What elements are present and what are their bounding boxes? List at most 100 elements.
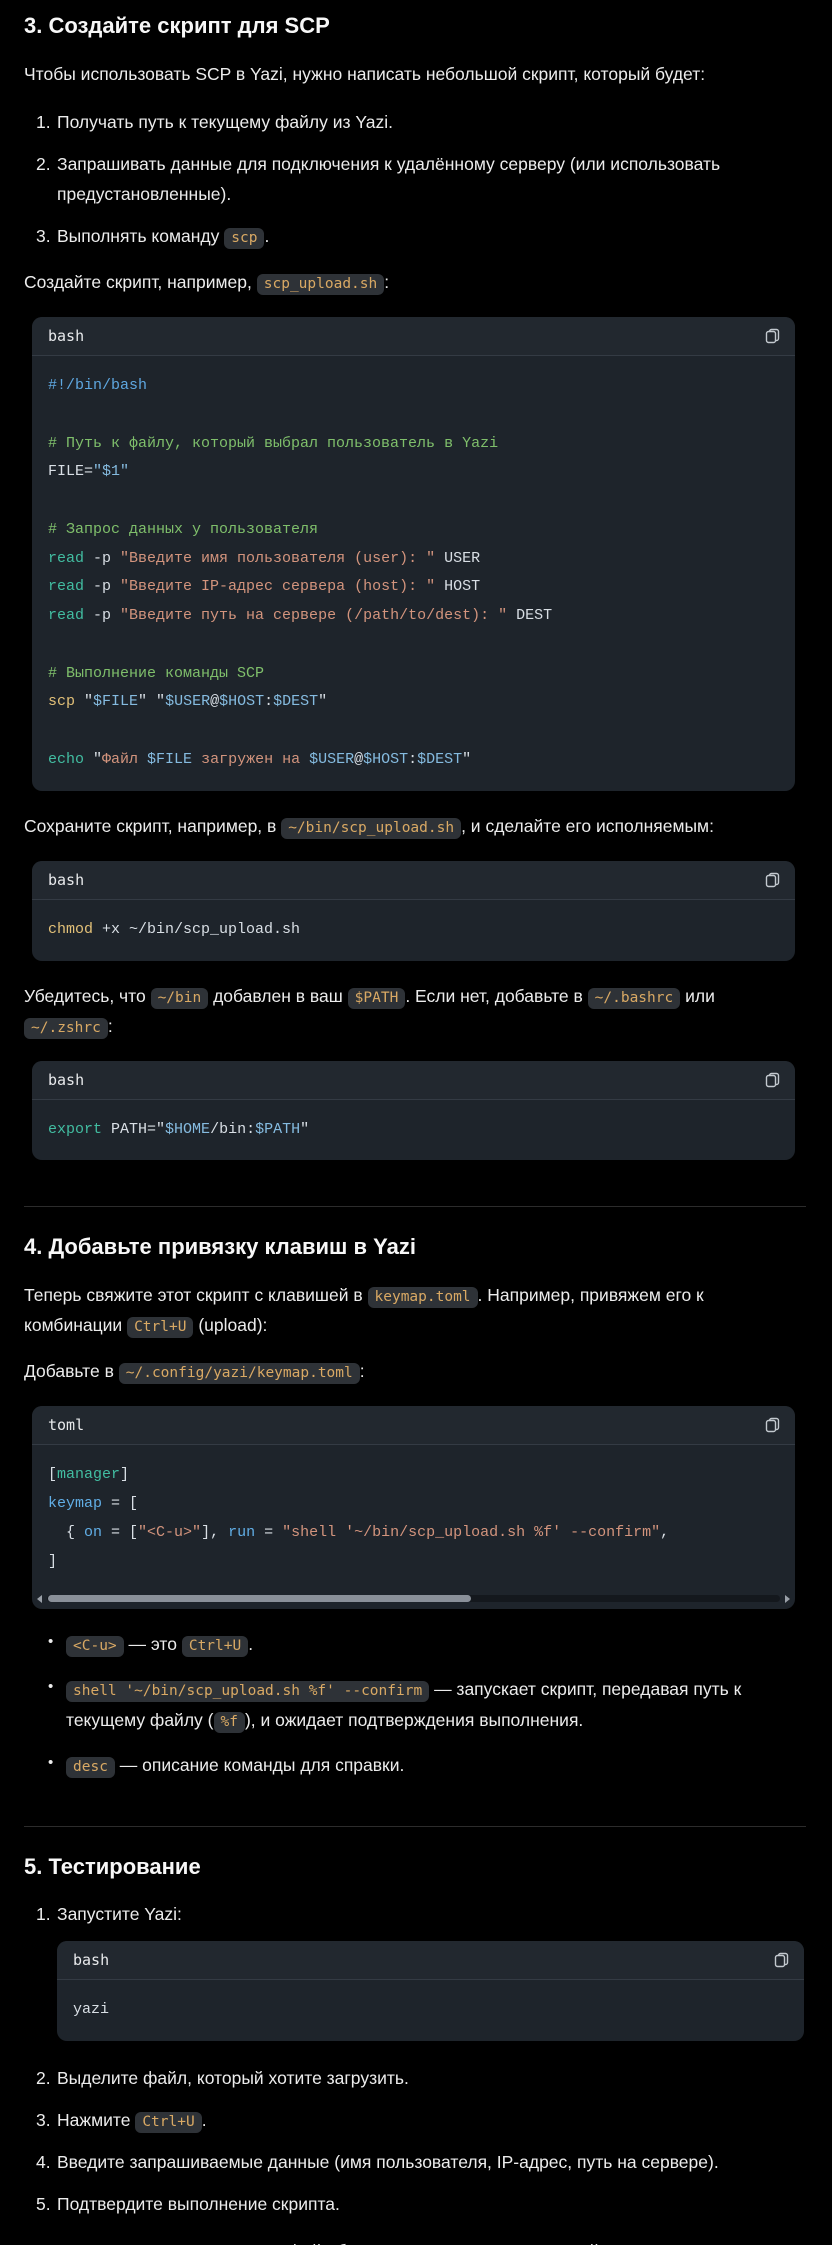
code-token: $DEST: [273, 693, 318, 710]
scrollbar-thumb[interactable]: [48, 1595, 471, 1602]
code-token: read: [48, 578, 84, 595]
code-token: "$1": [93, 463, 129, 480]
inline-code: <C-u>: [66, 1636, 124, 1657]
code-token: ,: [660, 1524, 669, 1541]
code-token: =: [255, 1524, 282, 1541]
code-token: = [: [102, 1524, 138, 1541]
code-token: $HOST: [219, 693, 264, 710]
text-run: Сохраните скрипт, например, в: [24, 816, 281, 836]
code-token: ": [156, 1121, 165, 1138]
section-divider: [24, 1206, 806, 1207]
code-token: $DEST: [417, 751, 462, 768]
text-run: или: [680, 986, 715, 1006]
code-token: read: [48, 550, 84, 567]
list-item: Запрашивать данные для подключения к уда…: [24, 149, 806, 209]
code-block: toml[manager] keymap = [ { on = ["<C-u>"…: [32, 1406, 795, 1609]
code-block: bash#!/bin/bash # Путь к файлу, который …: [32, 317, 795, 791]
list-item: shell '~/bin/scp_upload.sh %f' --confirm…: [24, 1674, 806, 1734]
code-token: # Путь к файлу, который выбрал пользоват…: [48, 435, 498, 452]
code-token: "Введите IP-адрес сервера (host): ": [120, 578, 435, 595]
code-block-header: bash: [57, 1941, 804, 1980]
text-run: (upload):: [193, 1315, 267, 1335]
copy-icon: [764, 1072, 780, 1088]
section-heading: 5. Тестирование: [24, 1853, 806, 1882]
code-token: +x ~/bin/scp_upload.sh: [93, 921, 300, 938]
ordered-list: Получать путь к текущему файлу из Yazi.З…: [24, 107, 806, 251]
text-run: Нажмите: [57, 2110, 135, 2130]
text-run: Убедитесь, что: [24, 986, 151, 1006]
scroll-left-arrow[interactable]: [37, 1595, 42, 1603]
text-run: Добавьте в: [24, 1361, 119, 1381]
code-text: export PATH="$HOME/bin:$PATH": [48, 1121, 309, 1138]
code-content: export PATH="$HOME/bin:$PATH": [32, 1100, 795, 1161]
code-text: #!/bin/bash # Путь к файлу, который выбр…: [48, 377, 552, 768]
code-token: ]: [48, 1553, 57, 1570]
code-token: {: [48, 1524, 84, 1541]
text-run: Запустите Yazi:: [57, 1904, 182, 1924]
text-run: :: [384, 272, 389, 292]
code-block-header: bash: [32, 1061, 795, 1100]
code-token: scp: [48, 693, 75, 710]
inline-code: Ctrl+U: [127, 1317, 193, 1338]
code-language-label: bash: [48, 868, 84, 892]
copy-code-button[interactable]: [771, 1950, 791, 1970]
code-token: [: [48, 1466, 57, 1483]
code-block: bash chmod +x ~/bin/scp_upload.sh: [32, 861, 795, 961]
code-block-header: toml: [32, 1406, 795, 1445]
text-run: Создайте скрипт, например,: [24, 272, 257, 292]
copy-code-button[interactable]: [762, 326, 782, 346]
text-run: Если всё настроено правильно, файл будет…: [24, 2241, 755, 2245]
code-token: yazi: [73, 2001, 109, 2018]
text-run: Введите запрашиваемые данные (имя пользо…: [57, 2152, 719, 2172]
list-item: Введите запрашиваемые данные (имя пользо…: [24, 2147, 806, 2177]
code-token: :: [264, 693, 273, 710]
code-token: export: [48, 1121, 102, 1138]
code-token: $USER: [309, 751, 354, 768]
inline-code: ~/bin: [151, 988, 209, 1009]
list-item: Подтвердите выполнение скрипта.: [24, 2189, 806, 2219]
copy-code-button[interactable]: [762, 1415, 782, 1435]
code-text: yazi: [73, 2001, 109, 2018]
text-run: ), и ожидает подтверждения выполнения.: [245, 1710, 583, 1730]
paragraph: Чтобы использовать SCP в Yazi, нужно нап…: [24, 59, 806, 89]
code-token: #!/bin/bash: [48, 377, 147, 394]
copy-icon: [764, 328, 780, 344]
copy-code-button[interactable]: [762, 870, 782, 890]
section-divider: [24, 1826, 806, 1827]
list-item: Выделите файл, который хотите загрузить.: [24, 2063, 806, 2093]
copy-icon: [764, 872, 780, 888]
text-run: . Если нет, добавьте в: [405, 986, 587, 1006]
code-token: $USER: [165, 693, 210, 710]
code-token: ": [462, 751, 471, 768]
code-content: #!/bin/bash # Путь к файлу, который выбр…: [32, 356, 795, 791]
code-token: on: [84, 1524, 102, 1541]
list-item: Нажмите Ctrl+U.: [24, 2105, 806, 2135]
code-language-label: bash: [73, 1948, 109, 1972]
horizontal-scrollbar[interactable]: [36, 1592, 791, 1605]
inline-code: desc: [66, 1757, 115, 1778]
inline-code: ~/.zshrc: [24, 1018, 108, 1039]
code-token: ": [84, 751, 102, 768]
code-token: # Выполнение команды SCP: [48, 665, 264, 682]
list-item: Выполнять команду scp.: [24, 221, 806, 251]
code-token: $PATH: [255, 1121, 300, 1138]
section-heading: 4. Добавьте привязку клавиш в Yazi: [24, 1233, 806, 1262]
code-token: read: [48, 607, 84, 624]
chat-message: 3. Создайте скрипт для SCPЧтобы использо…: [0, 0, 832, 2245]
text-run: — это: [124, 1634, 182, 1654]
code-token: ]: [120, 1466, 129, 1483]
code-token: $HOME: [165, 1121, 210, 1138]
code-language-label: bash: [48, 1068, 84, 1092]
text-run: :: [360, 1361, 365, 1381]
scroll-right-arrow[interactable]: [785, 1595, 790, 1603]
code-token: manager: [57, 1466, 120, 1483]
code-content: [manager] keymap = [ { on = ["<C-u>"], r…: [32, 1445, 795, 1592]
code-token: @: [210, 693, 219, 710]
code-token: run: [228, 1524, 255, 1541]
inline-code: ~/bin/scp_upload.sh: [281, 818, 461, 839]
code-token: FILE=: [48, 463, 93, 480]
copy-code-button[interactable]: [762, 1070, 782, 1090]
code-token: $FILE: [147, 751, 192, 768]
text-run: Выполнять команду: [57, 226, 224, 246]
code-token: chmod: [48, 921, 93, 938]
